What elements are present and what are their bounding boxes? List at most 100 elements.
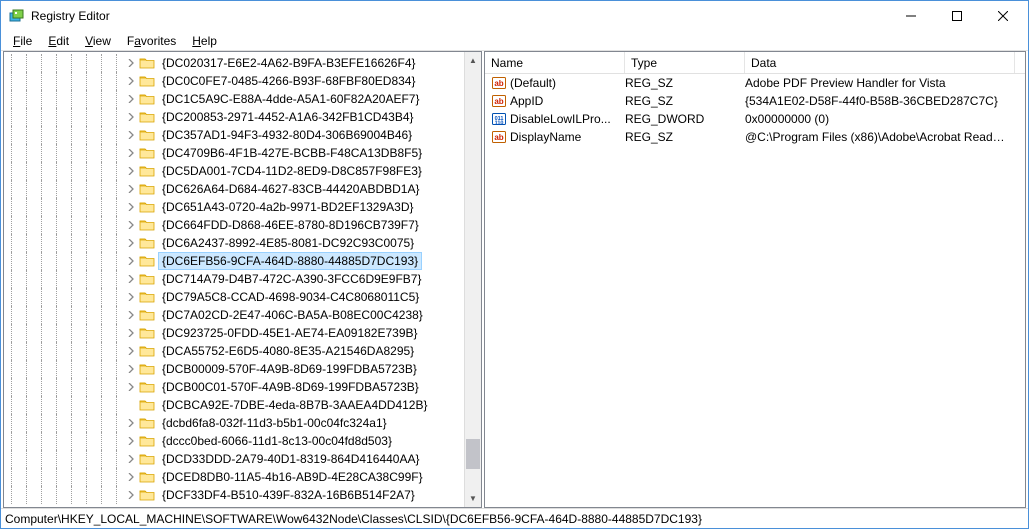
column-name[interactable]: Name <box>485 52 625 73</box>
tree-item[interactable]: {DCD33DDD-2A79-40D1-8319-864D416440AA} <box>4 450 464 468</box>
tree-item-label[interactable]: {DC664FDD-D868-46EE-8780-8D196CB739F7} <box>158 216 423 234</box>
tree-item-label[interactable]: {DC923725-0FDD-45E1-AE74-EA09182E739B} <box>158 324 422 342</box>
tree-item-label[interactable]: {dcbd6fa8-032f-11d3-b5b1-00c04fc324a1} <box>158 414 391 432</box>
titlebar[interactable]: Registry Editor <box>1 1 1028 31</box>
tree-item[interactable]: {DC200853-2971-4452-A1A6-342FB1CD43B4} <box>4 108 464 126</box>
expand-icon[interactable] <box>126 76 136 86</box>
tree-item-label[interactable]: {DC79A5C8-CCAD-4698-9034-C4C8068011C5} <box>158 288 423 306</box>
tree-item-label[interactable]: {DCB00009-570F-4A9B-8D69-199FDBA5723B} <box>158 360 421 378</box>
tree-item[interactable]: {DC7A02CD-2E47-406C-BA5A-B08EC00C4238} <box>4 306 464 324</box>
tree-item[interactable]: {DC357AD1-94F3-4932-80D4-306B69004B46} <box>4 126 464 144</box>
tree-item[interactable]: {DC651A43-0720-4a2b-9971-BD2EF1329A3D} <box>4 198 464 216</box>
tree-item[interactable]: {DC1C5A9C-E88A-4dde-A5A1-60F82A20AEF7} <box>4 90 464 108</box>
body: {DC020317-E6E2-4A62-B9FA-B3EFE16626F4}{D… <box>1 51 1028 508</box>
expand-icon[interactable] <box>126 310 136 320</box>
tree-item-label[interactable]: {DC0C0FE7-0485-4266-B93F-68FBF80ED834} <box>158 72 419 90</box>
expand-icon[interactable] <box>126 202 136 212</box>
expand-icon[interactable] <box>126 166 136 176</box>
tree-item-label[interactable]: {DC714A79-D4B7-472C-A390-3FCC6D9E9FB7} <box>158 270 425 288</box>
tree-item[interactable]: {DC626A64-D684-4627-83CB-44420ABDBD1A} <box>4 180 464 198</box>
expand-icon[interactable] <box>126 346 136 356</box>
tree-item-label[interactable]: {DC5DA001-7CD4-11D2-8ED9-D8C857F98FE3} <box>158 162 426 180</box>
tree-item[interactable]: {DC79A5C8-CCAD-4698-9034-C4C8068011C5} <box>4 288 464 306</box>
expand-icon[interactable] <box>126 364 136 374</box>
tree-item-label[interactable]: {DCED8DB0-11A5-4b16-AB9D-4E28CA38C99F} <box>158 468 427 486</box>
expand-icon[interactable] <box>126 184 136 194</box>
expand-icon[interactable] <box>126 454 136 464</box>
tree-item-label[interactable]: {DC020317-E6E2-4A62-B9FA-B3EFE16626F4} <box>158 54 420 72</box>
tree-item-label[interactable]: {DC1C5A9C-E88A-4dde-A5A1-60F82A20AEF7} <box>158 90 423 108</box>
tree-item[interactable]: {DCB00009-570F-4A9B-8D69-199FDBA5723B} <box>4 360 464 378</box>
tree-item[interactable]: {dcbd6fa8-032f-11d3-b5b1-00c04fc324a1} <box>4 414 464 432</box>
values-list[interactable]: ab(Default)REG_SZAdobe PDF Preview Handl… <box>485 74 1025 507</box>
value-row[interactable]: ab(Default)REG_SZAdobe PDF Preview Handl… <box>485 74 1025 92</box>
column-type[interactable]: Type <box>625 52 745 73</box>
maximize-button[interactable] <box>934 1 980 31</box>
scroll-thumb[interactable] <box>466 439 480 469</box>
tree-item[interactable]: {DCA55752-E6D5-4080-8E35-A21546DA8295} <box>4 342 464 360</box>
expand-icon[interactable] <box>126 472 136 482</box>
tree-scrollbar[interactable]: ▲ ▼ <box>464 52 481 507</box>
scroll-track[interactable] <box>465 69 481 490</box>
expand-icon[interactable] <box>126 382 136 392</box>
value-row[interactable]: 011110DisableLowILPro...REG_DWORD0x00000… <box>485 110 1025 128</box>
column-data[interactable]: Data <box>745 52 1015 73</box>
expand-icon[interactable] <box>126 256 136 266</box>
tree-item-label[interactable]: {DC651A43-0720-4a2b-9971-BD2EF1329A3D} <box>158 198 418 216</box>
expand-icon[interactable] <box>126 112 136 122</box>
expand-icon[interactable] <box>126 130 136 140</box>
registry-tree[interactable]: {DC020317-E6E2-4A62-B9FA-B3EFE16626F4}{D… <box>4 52 464 504</box>
tree-item-label[interactable]: {DC7A02CD-2E47-406C-BA5A-B08EC00C4238} <box>158 306 427 324</box>
tree-item[interactable]: {DCED8DB0-11A5-4b16-AB9D-4E28CA38C99F} <box>4 468 464 486</box>
expand-icon[interactable] <box>126 58 136 68</box>
value-row[interactable]: abDisplayNameREG_SZ@C:\Program Files (x8… <box>485 128 1025 146</box>
menu-view[interactable]: View <box>77 32 119 50</box>
expand-icon[interactable] <box>126 220 136 230</box>
tree-item-label[interactable]: {DCB00C01-570F-4A9B-8D69-199FDBA5723B} <box>158 378 423 396</box>
expand-icon[interactable] <box>126 274 136 284</box>
scroll-down-button[interactable]: ▼ <box>465 490 481 507</box>
menu-help[interactable]: Help <box>184 32 225 50</box>
tree-item-label[interactable]: {DC200853-2971-4452-A1A6-342FB1CD43B4} <box>158 108 418 126</box>
minimize-button[interactable] <box>888 1 934 31</box>
expand-icon[interactable] <box>126 94 136 104</box>
tree-item[interactable]: {DC664FDD-D868-46EE-8780-8D196CB739F7} <box>4 216 464 234</box>
tree-item[interactable]: {DC923725-0FDD-45E1-AE74-EA09182E739B} <box>4 324 464 342</box>
close-button[interactable] <box>980 1 1026 31</box>
tree-item[interactable]: {DC020317-E6E2-4A62-B9FA-B3EFE16626F4} <box>4 54 464 72</box>
tree-item[interactable]: {DC6EFB56-9CFA-464D-8880-44885D7DC193} <box>4 252 464 270</box>
menu-edit[interactable]: Edit <box>40 32 77 50</box>
tree-item[interactable]: {DC4709B6-4F1B-427E-BCBB-F48CA13DB8F5} <box>4 144 464 162</box>
tree-item[interactable]: {DCF33DF4-B510-439F-832A-16B6B514F2A7} <box>4 486 464 504</box>
tree-item[interactable]: {DC5DA001-7CD4-11D2-8ED9-D8C857F98FE3} <box>4 162 464 180</box>
scroll-up-button[interactable]: ▲ <box>465 52 481 69</box>
menu-file[interactable]: File <box>5 32 40 50</box>
tree-item-label[interactable]: {DC626A64-D684-4627-83CB-44420ABDBD1A} <box>158 180 424 198</box>
expand-icon[interactable] <box>126 328 136 338</box>
tree-item[interactable]: {DCBCA92E-7DBE-4eda-8B7B-3AAEA4DD412B} <box>4 396 464 414</box>
tree-panel: {DC020317-E6E2-4A62-B9FA-B3EFE16626F4}{D… <box>3 51 482 508</box>
expand-icon[interactable] <box>126 148 136 158</box>
tree-item-label[interactable]: {DC4709B6-4F1B-427E-BCBB-F48CA13DB8F5} <box>158 144 426 162</box>
expand-icon[interactable] <box>126 238 136 248</box>
tree-item[interactable]: {DC714A79-D4B7-472C-A390-3FCC6D9E9FB7} <box>4 270 464 288</box>
expand-icon[interactable] <box>126 418 136 428</box>
tree-item[interactable]: {DC6A2437-8992-4E85-8081-DC92C93C0075} <box>4 234 464 252</box>
tree-item[interactable]: {DCB00C01-570F-4A9B-8D69-199FDBA5723B} <box>4 378 464 396</box>
tree-item-label[interactable]: {DCD33DDD-2A79-40D1-8319-864D416440AA} <box>158 450 424 468</box>
tree-item-label[interactable]: {dccc0bed-6066-11d1-8c13-00c04fd8d503} <box>158 432 396 450</box>
menu-favorites[interactable]: Favorites <box>119 32 184 50</box>
tree-scroll[interactable]: {DC020317-E6E2-4A62-B9FA-B3EFE16626F4}{D… <box>4 52 464 507</box>
expand-icon[interactable] <box>126 490 136 500</box>
expand-icon[interactable] <box>126 292 136 302</box>
expand-icon[interactable] <box>126 436 136 446</box>
tree-item-label[interactable]: {DC357AD1-94F3-4932-80D4-306B69004B46} <box>158 126 416 144</box>
tree-item-label[interactable]: {DC6EFB56-9CFA-464D-8880-44885D7DC193} <box>158 252 422 270</box>
tree-item[interactable]: {DC0C0FE7-0485-4266-B93F-68FBF80ED834} <box>4 72 464 90</box>
tree-item-label[interactable]: {DC6A2437-8992-4E85-8081-DC92C93C0075} <box>158 234 418 252</box>
value-row[interactable]: abAppIDREG_SZ{534A1E02-D58F-44f0-B58B-36… <box>485 92 1025 110</box>
tree-item-label[interactable]: {DCBCA92E-7DBE-4eda-8B7B-3AAEA4DD412B} <box>158 396 431 414</box>
tree-item-label[interactable]: {DCA55752-E6D5-4080-8E35-A21546DA8295} <box>158 342 418 360</box>
tree-item-label[interactable]: {DCF33DF4-B510-439F-832A-16B6B514F2A7} <box>158 486 419 504</box>
tree-item[interactable]: {dccc0bed-6066-11d1-8c13-00c04fd8d503} <box>4 432 464 450</box>
